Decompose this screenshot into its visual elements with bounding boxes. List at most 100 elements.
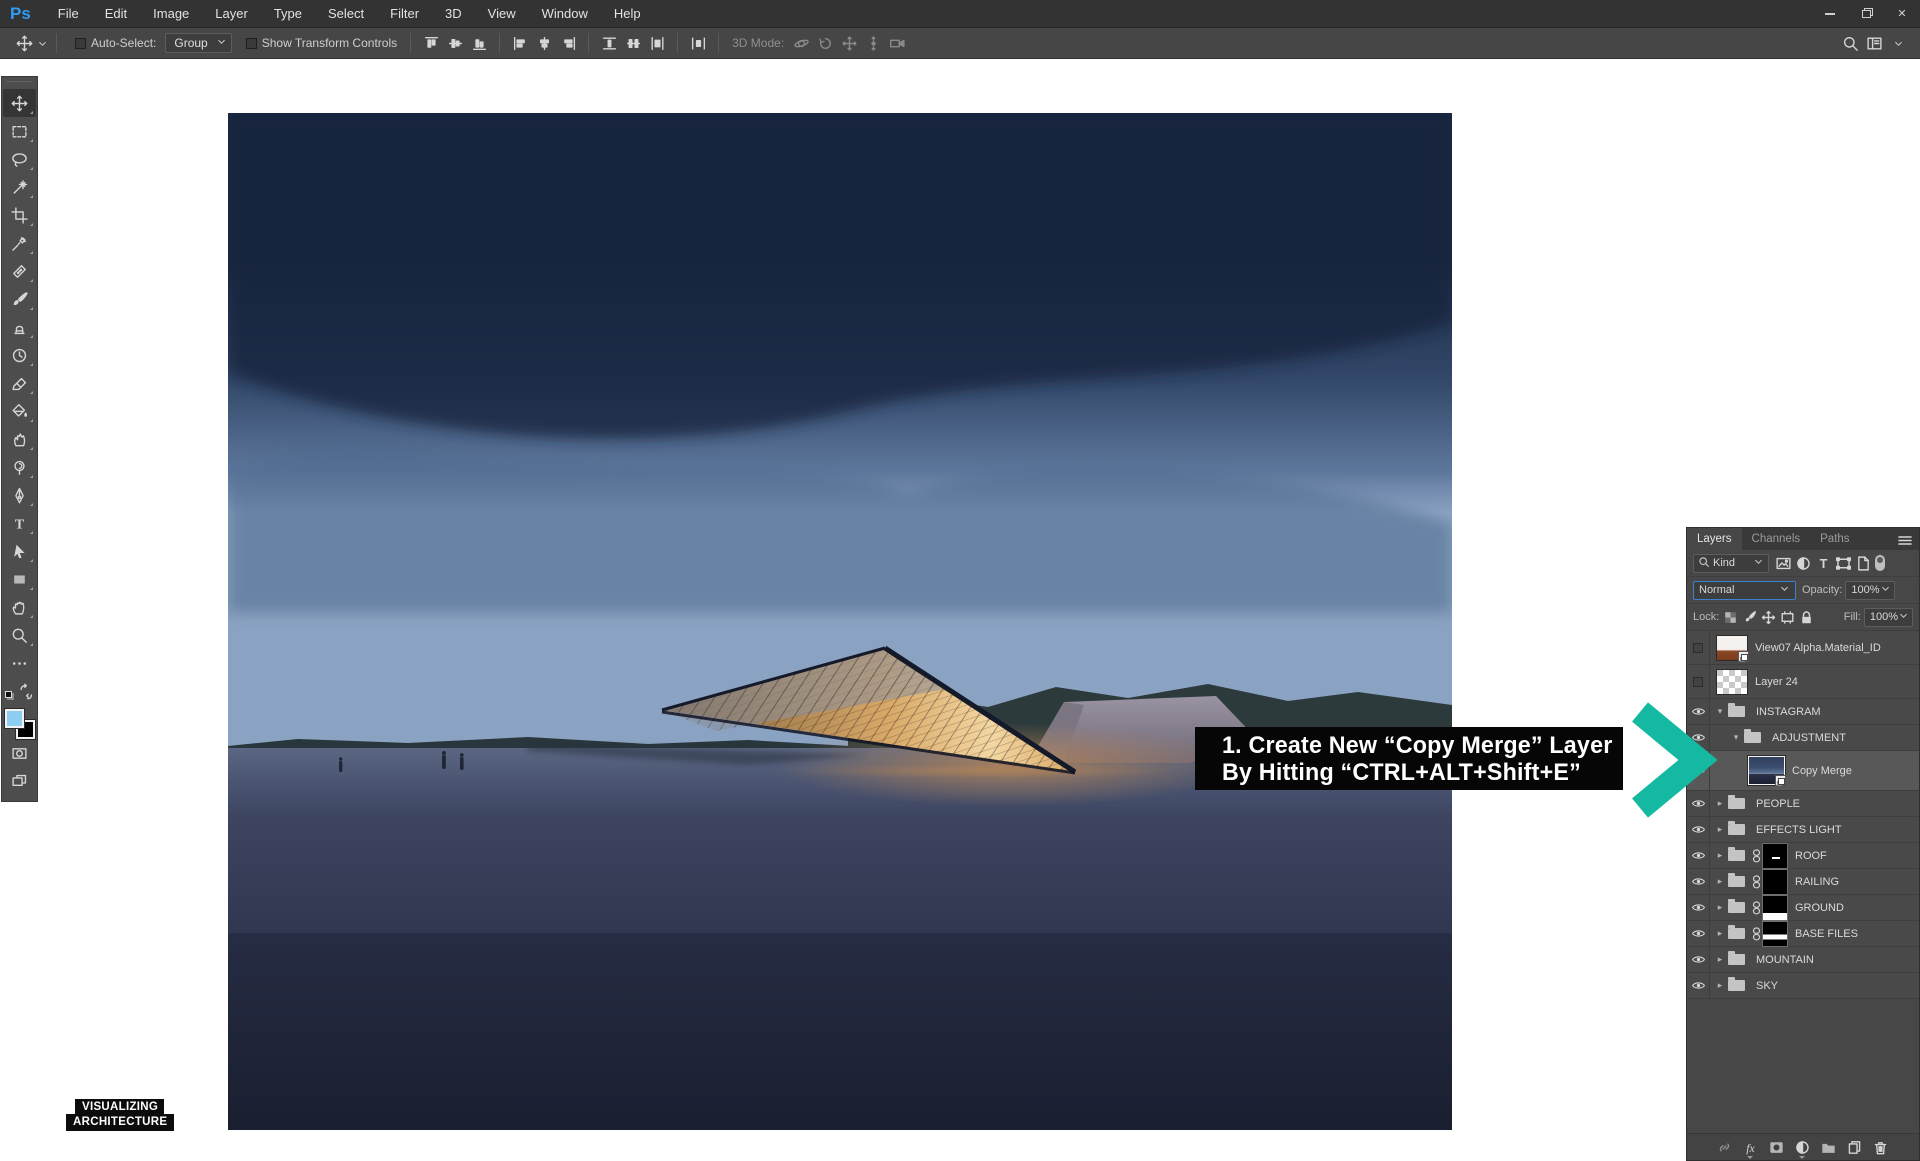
layer-name[interactable]: ADJUSTMENT [1772,732,1846,744]
expand-group-icon[interactable]: ▸ [1714,928,1726,939]
menu-select[interactable]: Select [315,0,377,28]
toolbar-grip[interactable] [6,81,33,87]
menu-help[interactable]: Help [601,0,654,28]
show-transform-checkbox[interactable] [246,38,257,49]
layer-thumbnail[interactable] [1716,635,1748,661]
blend-mode-dropdown[interactable]: Normal [1693,581,1796,600]
footer-new-icon[interactable] [1841,1136,1867,1158]
brush-tool[interactable] [3,285,36,313]
group-row[interactable]: ▸ MOUNTAIN [1687,947,1919,973]
layer-row[interactable]: Layer 24 [1687,665,1919,699]
expand-group-icon[interactable]: ▸ [1714,902,1726,913]
group-row[interactable]: ▸ RAILING [1687,869,1919,895]
menu-window[interactable]: Window [529,0,601,28]
eyedropper-tool[interactable] [3,229,36,257]
document-canvas[interactable] [228,113,1452,1130]
shape-tool[interactable] [3,565,36,593]
tab-channels[interactable]: Channels [1742,528,1811,550]
bucket-tool[interactable] [3,397,36,425]
visibility-toggle[interactable] [1687,843,1710,868]
type-tool[interactable]: T [3,509,36,537]
align-top-icon[interactable] [419,31,443,55]
tab-layers[interactable]: Layers [1687,528,1742,550]
group-row[interactable]: ▸PEOPLE [1687,791,1919,817]
filter-toggle[interactable] [1875,555,1885,571]
opacity-field[interactable]: 100% [1845,581,1894,600]
path-select-tool[interactable] [3,537,36,565]
footer-mask-icon[interactable] [1763,1136,1789,1158]
workspace-icon[interactable] [1862,31,1886,55]
layer-name[interactable]: MOUNTAIN [1756,954,1814,966]
quick-select-tool[interactable] [3,173,36,201]
layer-mask-thumbnail[interactable] [1762,843,1788,869]
dist-middle-icon[interactable] [621,31,645,55]
history-brush-tool[interactable] [3,341,36,369]
panel-menu-icon[interactable] [1897,533,1913,547]
lasso-tool[interactable] [3,145,36,173]
expand-group-icon[interactable]: ▸ [1714,876,1726,887]
fill-field[interactable]: 100% [1864,608,1913,627]
clone-stamp-tool[interactable] [3,313,36,341]
group-row[interactable]: ▸EFFECTS LIGHT [1687,817,1919,843]
footer-group-icon[interactable] [1815,1136,1841,1158]
minimize-button[interactable] [1812,0,1848,27]
group-row[interactable]: ▸ BASE FILES [1687,921,1919,947]
dodge-tool[interactable] [3,453,36,481]
lock-board-icon[interactable] [1778,608,1797,627]
close-button[interactable]: ✕ [1884,0,1920,27]
menu-edit[interactable]: Edit [92,0,140,28]
3d-pan-icon[interactable] [837,31,861,55]
footer-fx-icon[interactable]: fx [1737,1136,1763,1158]
align-bottom-icon[interactable] [467,31,491,55]
align-center-icon[interactable] [532,31,556,55]
pen-tool[interactable] [3,481,36,509]
lock-brush-icon[interactable] [1740,608,1759,627]
layer-row[interactable]: Copy Merge [1687,751,1919,791]
p-shape-icon[interactable] [1833,553,1853,573]
menu-file[interactable]: File [45,0,92,28]
expand-group-icon[interactable]: ▸ [1714,980,1726,991]
smudge-tool[interactable] [3,425,36,453]
group-row[interactable]: ▸ SKY [1687,973,1919,999]
visibility-toggle[interactable] [1687,895,1710,920]
lock-move-icon[interactable] [1759,608,1778,627]
layer-name[interactable]: View07 Alpha.Material_ID [1755,642,1881,654]
tab-paths[interactable]: Paths [1810,528,1859,550]
dist-top-icon[interactable] [597,31,621,55]
visibility-toggle[interactable] [1687,973,1710,998]
lock-lock-icon[interactable] [1797,608,1816,627]
foreground-color-swatch[interactable] [5,709,24,728]
footer-adjust-icon[interactable] [1789,1136,1815,1158]
align-middle-icon[interactable] [443,31,467,55]
layer-thumbnail[interactable] [1716,669,1748,695]
chevron-down-icon[interactable] [1886,31,1910,55]
align-right-icon[interactable] [556,31,580,55]
layer-name[interactable]: PEOPLE [1756,798,1800,810]
menu-view[interactable]: View [475,0,529,28]
3d-orbit-icon[interactable] [789,31,813,55]
collapse-group-icon[interactable]: ▾ [1730,732,1742,743]
3d-roll-icon[interactable] [813,31,837,55]
layer-name[interactable]: Copy Merge [1792,765,1852,777]
group-row[interactable]: ▾ ADJUSTMENT [1687,725,1919,751]
move-tool[interactable] [3,89,36,117]
p-smart-icon[interactable] [1853,553,1873,573]
layer-mask-thumbnail[interactable] [1762,895,1788,921]
menu-3d[interactable]: 3D [432,0,475,28]
layer-name[interactable]: Layer 24 [1755,676,1798,688]
group-row[interactable]: ▸ GROUND [1687,895,1919,921]
layer-name[interactable]: BASE FILES [1795,928,1858,940]
layer-name[interactable]: GROUND [1795,902,1844,914]
auto-select-target-dropdown[interactable]: Group [165,33,231,53]
restore-button[interactable] [1848,0,1884,27]
auto-select-checkbox[interactable] [75,38,86,49]
menu-type[interactable]: Type [261,0,315,28]
3d-camera-icon[interactable] [885,31,909,55]
expand-group-icon[interactable]: ▸ [1714,954,1726,965]
layer-name[interactable]: RAILING [1795,876,1839,888]
visibility-toggle[interactable] [1687,869,1710,894]
visibility-toggle[interactable] [1687,631,1710,664]
healing-tool[interactable] [3,257,36,285]
marquee-tool[interactable] [3,117,36,145]
layer-name[interactable]: SKY [1756,980,1778,992]
